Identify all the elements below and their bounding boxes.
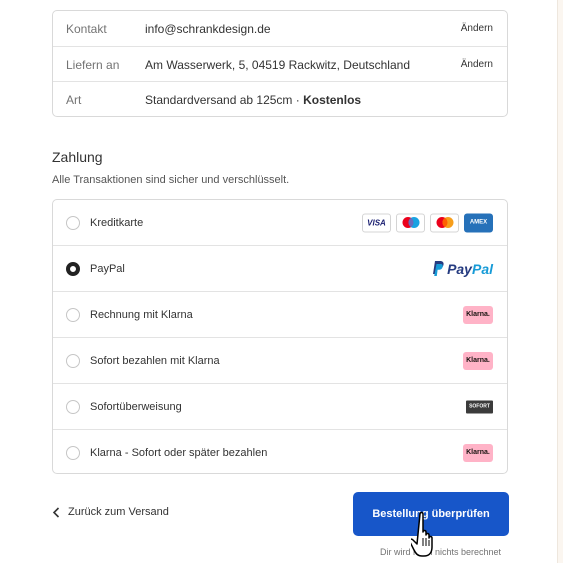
klarna-logos: Klarna.	[463, 305, 493, 324]
summary-row-contact: Kontakt info@schrankdesign.de Ändern	[53, 11, 507, 46]
payment-heading: Zahlung	[52, 149, 103, 165]
payment-option-klarna-pay-later[interactable]: Klarna - Sofort oder später bezahlen Kla…	[53, 430, 507, 473]
payment-option-klarna-sofort[interactable]: Sofort bezahlen mit Klarna Klarna.	[53, 338, 507, 384]
klarna-logos: Klarna.	[463, 351, 493, 370]
klarna-logos: Klarna.	[463, 443, 493, 462]
shipping-cost: Kostenlos	[303, 92, 362, 107]
hand-pointer-cursor-icon	[409, 510, 443, 563]
summary-value: Am Wasserwerk, 5, 04519 Rackwitz, Deutsc…	[145, 57, 410, 72]
back-link-label: Zurück zum Versand	[68, 506, 169, 518]
payment-option-label: Kreditkarte	[90, 216, 144, 229]
summary-label: Kontakt	[66, 21, 107, 36]
radio-button[interactable]	[66, 399, 80, 414]
paypal-logo-text-pay: Pay	[447, 260, 472, 277]
change-contact-link[interactable]: Ändern	[461, 23, 493, 34]
klarna-logo: Klarna.	[463, 305, 493, 324]
payment-option-sofortueberweisung[interactable]: Sofortüberweisung SOFORT	[53, 384, 507, 430]
radio-button[interactable]	[66, 353, 80, 368]
payment-methods-list: Kreditkarte VISA AMEX PayPal PayPal Rech…	[52, 199, 508, 474]
payment-option-credit-card[interactable]: Kreditkarte VISA AMEX	[53, 200, 507, 246]
klarna-logo: Klarna.	[463, 351, 493, 370]
card-logos: VISA AMEX	[362, 213, 493, 232]
radio-button[interactable]	[66, 215, 80, 230]
radio-button[interactable]	[66, 445, 80, 460]
payment-option-paypal[interactable]: PayPal PayPal	[53, 246, 507, 292]
payment-option-klarna-invoice[interactable]: Rechnung mit Klarna Klarna.	[53, 292, 507, 338]
maestro-logo	[396, 213, 425, 232]
summary-label: Art	[66, 92, 82, 107]
visa-logo: VISA	[362, 213, 391, 232]
payment-option-label: PayPal	[90, 262, 125, 275]
payment-subtitle: Alle Transaktionen sind sicher und versc…	[52, 174, 290, 186]
paypal-logos: PayPal	[432, 261, 493, 277]
change-address-link[interactable]: Ändern	[461, 59, 493, 70]
payment-option-label: Sofortüberweisung	[90, 400, 182, 413]
amex-logo: AMEX	[464, 213, 493, 232]
chevron-left-icon	[52, 506, 60, 518]
order-summary-box: Kontakt info@schrankdesign.de Ändern Lie…	[52, 10, 508, 117]
back-to-shipping-link[interactable]: Zurück zum Versand	[52, 506, 169, 518]
page-edge	[557, 0, 563, 563]
klarna-logo: Klarna.	[463, 443, 493, 462]
mastercard-logo	[430, 213, 459, 232]
radio-button[interactable]	[66, 307, 80, 322]
summary-row-shipping-method: Art Standardversand ab 125cm · Kostenlos	[53, 81, 507, 117]
summary-value: info@schrankdesign.de	[145, 21, 271, 36]
payment-option-label: Klarna - Sofort oder später bezahlen	[90, 446, 268, 459]
summary-value: Standardversand ab 125cm · Kostenlos	[145, 93, 361, 107]
paypal-logo: PayPal	[432, 261, 493, 277]
sofort-logo: SOFORT	[466, 400, 493, 413]
paypal-logo-text-pal: Pal	[471, 260, 493, 277]
payment-option-label: Rechnung mit Klarna	[90, 308, 193, 321]
radio-button-selected[interactable]	[66, 261, 80, 276]
summary-label: Liefern an	[66, 57, 120, 72]
summary-row-shipping-address: Liefern an Am Wasserwerk, 5, 04519 Rackw…	[53, 46, 507, 82]
payment-option-label: Sofort bezahlen mit Klarna	[90, 354, 220, 367]
sofort-logos: SOFORT	[466, 400, 493, 413]
shipping-method-text: Standardversand ab 125cm ·	[145, 92, 304, 107]
